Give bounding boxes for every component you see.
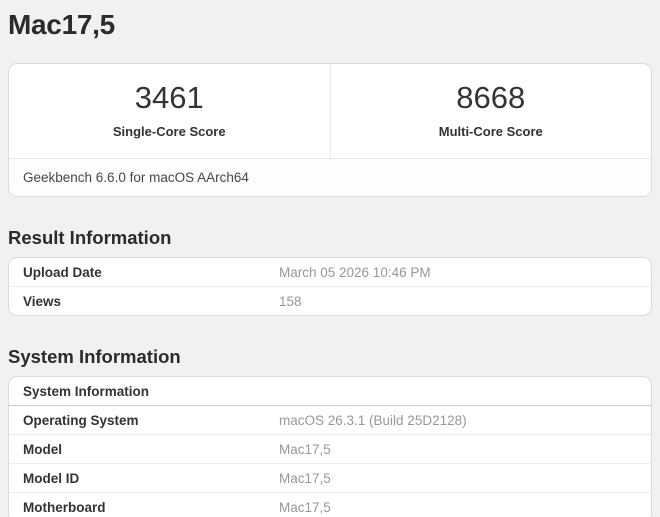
row-label: Motherboard (23, 499, 106, 515)
row-label: Views (23, 293, 62, 309)
row-value: Mac17,5 (279, 499, 331, 515)
row-value: Mac17,5 (279, 470, 331, 486)
benchmark-version-footer: Geekbench 6.6.0 for macOS AArch64 (9, 157, 651, 196)
row-value: macOS 26.3.1 (Build 25D2128) (279, 412, 467, 428)
single-core-score-label: Single-Core Score (112, 123, 226, 139)
system-information-table: System Information Operating System macO… (8, 375, 652, 517)
row-label: Upload Date (23, 264, 102, 280)
table-row-upload-date: Upload Date March 05 2026 10:46 PM (9, 258, 651, 286)
table-row-model: Model Mac17,5 (9, 433, 651, 463)
page-title: Mac17,5 (8, 9, 115, 40)
geekbench-result-page: Mac17,5 3461 Single-Core Score 8668 Mult… (0, 0, 660, 517)
multi-core-score-cell: 8668 Multi-Core Score (329, 63, 652, 158)
table-row-operating-system: Operating System macOS 26.3.1 (Build 25D… (9, 406, 651, 434)
result-information-table: Upload Date March 05 2026 10:46 PM Views… (8, 256, 652, 316)
single-core-score-cell: 3461 Single-Core Score (9, 64, 330, 158)
row-label: Model (23, 441, 62, 457)
score-row: 3461 Single-Core Score 8668 Multi-Core S… (9, 63, 652, 158)
table-row-views: Views 158 (9, 285, 651, 315)
row-label: Operating System (23, 412, 139, 428)
row-value: March 05 2026 10:46 PM (279, 264, 431, 280)
row-value: Mac17,5 (279, 441, 331, 457)
score-summary-card: 3461 Single-Core Score 8668 Multi-Core S… (8, 62, 652, 197)
system-information-heading: System Information (8, 345, 181, 367)
row-value: 158 (279, 293, 302, 309)
row-label: Model ID (23, 470, 80, 486)
single-core-score-value: 3461 (134, 79, 204, 115)
result-information-heading: Result Information (8, 226, 172, 248)
table-header-system-information: System Information (9, 377, 651, 406)
table-row-model-id: Model ID Mac17,5 (9, 462, 651, 492)
multi-core-score-label: Multi-Core Score (438, 123, 543, 139)
table-row-motherboard: Motherboard Mac17,5 (9, 491, 651, 517)
multi-core-score-value: 8668 (456, 79, 526, 115)
